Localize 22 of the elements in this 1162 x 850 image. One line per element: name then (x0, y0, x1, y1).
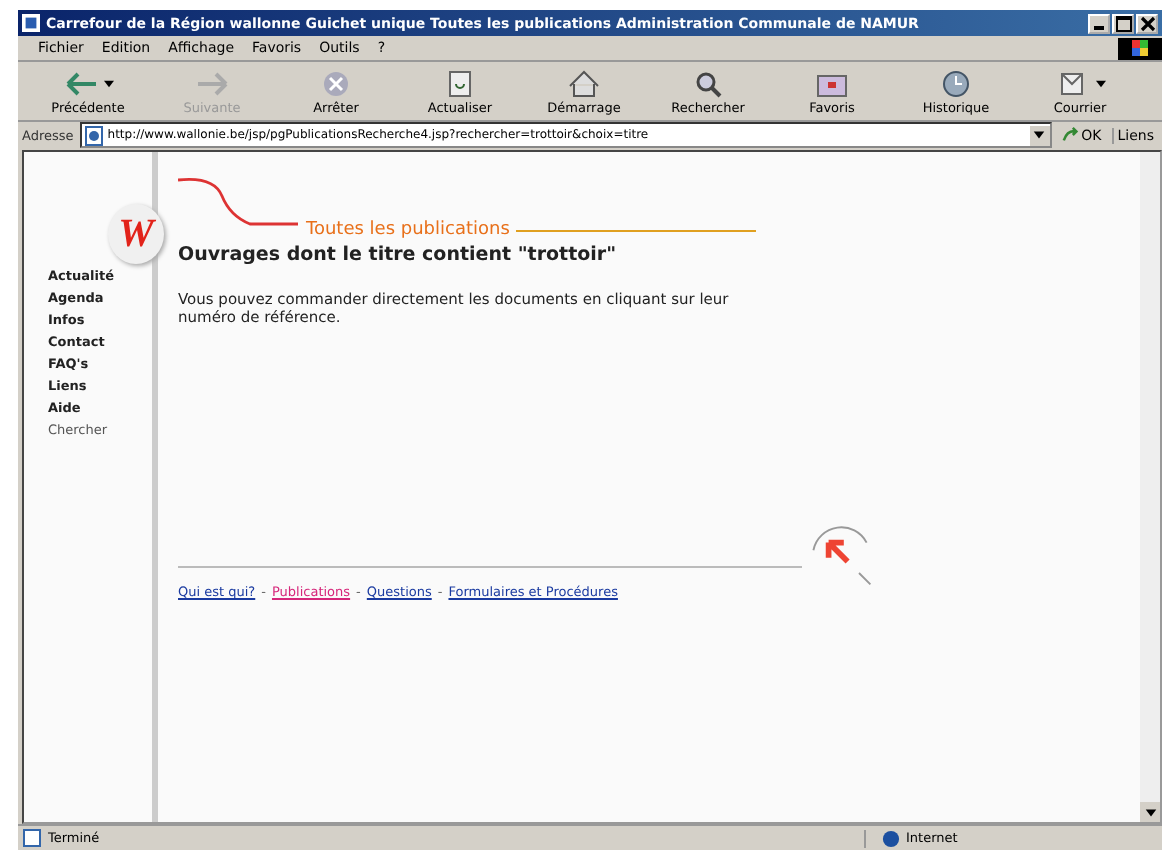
maximize-button[interactable] (1112, 13, 1134, 33)
page-heading: Ouvrages dont le titre contient "trottoir" (178, 244, 619, 266)
home-icon (564, 67, 604, 99)
page-icon (83, 125, 104, 145)
banner-title: Toutes les publications (306, 220, 510, 240)
caret-icon (1032, 128, 1047, 142)
minimize-button[interactable] (1088, 13, 1110, 33)
close-icon (1139, 15, 1155, 31)
go-arrow-icon (1061, 126, 1080, 144)
forward-arrow-icon (192, 67, 232, 99)
page-icon (22, 828, 42, 848)
close-button[interactable] (1136, 13, 1158, 33)
scroll-down-button[interactable] (1140, 802, 1160, 822)
windows-logo-icon (1118, 37, 1162, 59)
browser-icon (22, 14, 40, 32)
caret-icon (1143, 805, 1157, 819)
globe-icon (882, 829, 900, 847)
logo: W (108, 204, 164, 264)
dropdown-button[interactable] (1029, 125, 1050, 145)
back-arrow-icon (62, 67, 102, 99)
maximize-icon (1115, 15, 1131, 31)
minimize-icon (1094, 25, 1104, 29)
